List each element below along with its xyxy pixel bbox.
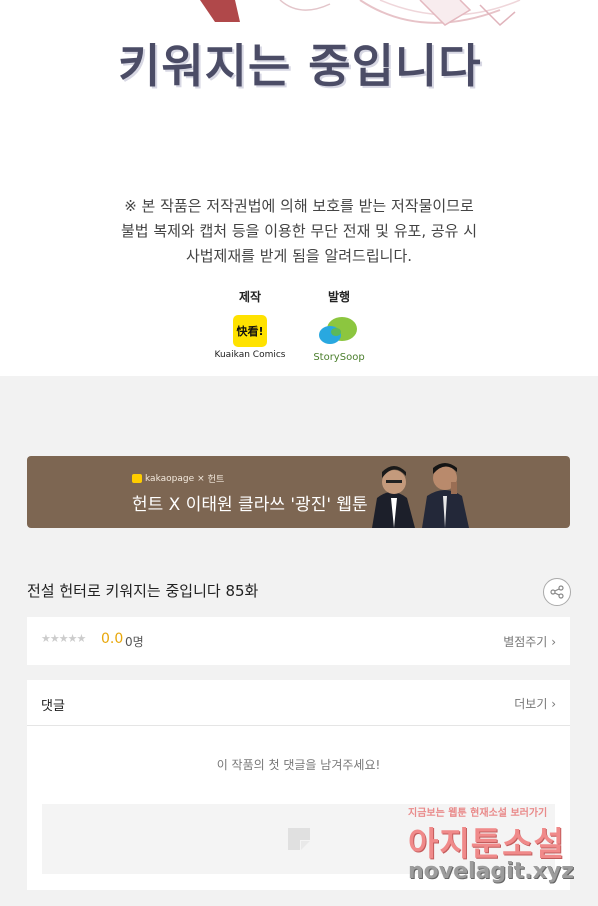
rating-count: 0명 — [125, 635, 144, 649]
banner-characters-image — [367, 456, 477, 528]
storysoop-name: StorySoop — [313, 352, 365, 363]
production-credit: 제작 快看! Kuaikan Comics — [205, 288, 295, 360]
rating-panel: ★★★★★ 0.0 0명 별점주기 › — [27, 617, 570, 665]
watermark-name: 아지툰소설 — [408, 824, 565, 863]
site-watermark: 지금보는 웹툰 현재소설 보러가기 아지툰소설 novelagit.xyz — [408, 804, 583, 890]
copyright-line: 불법 복제와 캡처 등을 이용한 무단 전재 및 유포, 공유 시 — [120, 222, 478, 240]
banner-x: × — [197, 473, 205, 484]
title-art-text: 키워지는 중입니다 — [118, 39, 482, 93]
empty-comments-message: 이 작품의 첫 댓글을 남겨주세요! — [216, 758, 381, 772]
copyright-line: 사법제재를 받게 됨을 알려드립니다. — [185, 247, 413, 265]
copyright-line: ※ 본 작품은 저작권법에 의해 보호를 받는 저작물이므로 — [124, 197, 474, 215]
publisher-label: 발행 — [327, 290, 351, 304]
rating-stars: ★★★★★ — [41, 632, 86, 645]
watermark-url: novelagit.xyz — [408, 859, 574, 884]
share-icon — [550, 585, 564, 599]
chevron-right-icon: › — [551, 635, 556, 649]
credits: 제작 快看! Kuaikan Comics 발행 StorySoop — [0, 288, 598, 368]
comment-placeholder-icon — [288, 828, 310, 850]
promo-banner[interactable]: kakaopage × 헌트 헌트 X 이태원 클라쓰 '광진' 웹툰 — [27, 456, 570, 528]
rate-button-label: 별점주기 — [503, 635, 548, 649]
kuaikan-name: Kuaikan Comics — [214, 350, 286, 360]
banner-brand-tag: kakaopage × 헌트 — [132, 472, 224, 485]
comments-header: 댓글 더보기 › — [27, 680, 570, 726]
chapter-end-panel: 키워지는 중입니다 ※ 본 작품은 저작권법에 의해 보호를 받는 저작물이므로… — [0, 0, 598, 376]
kakaopage-icon — [132, 474, 142, 483]
copyright-notice: ※ 본 작품은 저작권법에 의해 보호를 받는 저작물이므로 불법 복제와 캡처… — [0, 194, 598, 269]
banner-text: 헌트 X 이태원 클라쓰 '광진' 웹툰 — [132, 495, 368, 515]
rate-button[interactable]: 별점주기 › — [503, 633, 556, 650]
publisher-credit: 발행 StorySoop — [294, 288, 384, 363]
more-button-label: 더보기 — [514, 697, 548, 711]
banner-brand: kakaopage — [145, 473, 195, 484]
episode-title: 전설 헌터로 키워지는 중입니다 85화 — [27, 582, 259, 600]
share-button[interactable] — [543, 578, 571, 606]
rating-score: 0.0 — [101, 631, 124, 647]
production-label: 제작 — [238, 290, 262, 304]
banner-partner: 헌트 — [207, 475, 225, 485]
kuaikan-logo: 快看! — [233, 315, 267, 347]
storysoop-logo — [319, 317, 357, 344]
chevron-right-icon: › — [551, 697, 556, 711]
more-comments-button[interactable]: 더보기 › — [514, 695, 556, 712]
comments-title: 댓글 — [41, 699, 65, 714]
